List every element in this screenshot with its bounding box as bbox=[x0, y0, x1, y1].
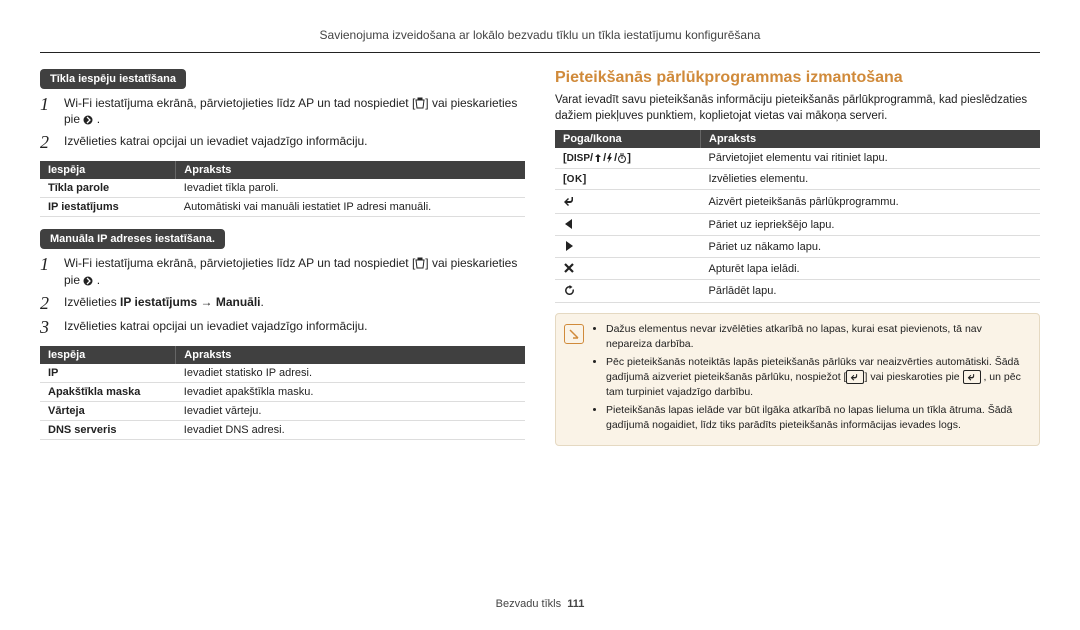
chevron-right-icon bbox=[83, 276, 93, 286]
page-title: Savienojuma izveidošana ar lokālo bezvad… bbox=[40, 28, 1040, 53]
note-icon bbox=[564, 324, 584, 344]
flash-icon bbox=[606, 153, 614, 163]
lead-text: Varat ievadīt savu pieteikšanās informāc… bbox=[555, 93, 1040, 124]
close-icon bbox=[563, 262, 575, 274]
triangle-left-icon bbox=[563, 218, 575, 230]
table-row: Tīkla paroleIevadiet tīkla paroli. bbox=[40, 179, 525, 198]
back-icon bbox=[967, 372, 977, 382]
step-number: 1 bbox=[40, 95, 54, 127]
step-number: 3 bbox=[40, 318, 54, 336]
table-row: VārtejaIevadiet vārteju. bbox=[40, 401, 525, 420]
table-row: Pāriet uz iepriekšējo lapu. bbox=[555, 214, 1040, 236]
table-row: IPIevadiet statisko IP adresi. bbox=[40, 364, 525, 383]
table-row: Pāriet uz nākamo lapu. bbox=[555, 236, 1040, 258]
triangle-right-icon bbox=[563, 240, 575, 252]
step-text: Izvēlieties katrai opcijai un ievadiet v… bbox=[64, 318, 525, 336]
step-text: Wi-Fi iestatījuma ekrānā, pārvietojietie… bbox=[64, 255, 525, 287]
note-box: Dažus elementus nevar izvēlēties atkarīb… bbox=[555, 313, 1040, 446]
table-row: DNS serverisIevadiet DNS adresi. bbox=[40, 420, 525, 439]
back-icon bbox=[850, 372, 860, 382]
step-number: 1 bbox=[40, 255, 54, 287]
options-table-2: Iespēja Apraksts IPIevadiet statisko IP … bbox=[40, 346, 525, 440]
note-item: Pēc pieteikšanās noteiktās lapās pieteik… bbox=[606, 355, 1029, 399]
step-text: Izvēlieties katrai opcijai un ievadiet v… bbox=[64, 133, 525, 151]
section-pill-network-options: Tīkla iespēju iestatīšana bbox=[40, 69, 186, 89]
disp-button-icon: DISP bbox=[567, 153, 590, 164]
step-text: Wi-Fi iestatījuma ekrānā, pārvietojietie… bbox=[64, 95, 525, 127]
table-row: Apturēt lapa ielādi. bbox=[555, 258, 1040, 280]
ok-button-icon: OK bbox=[567, 174, 583, 185]
timer-icon bbox=[617, 153, 627, 163]
section-heading: Pieteikšanās pārlūkprogrammas izmantošan… bbox=[555, 69, 1040, 87]
col-desc: Apraksts bbox=[701, 130, 1041, 148]
step-number: 2 bbox=[40, 133, 54, 151]
section-pill-manual-ip: Manuāla IP adreses iestatīšana. bbox=[40, 229, 225, 249]
col-option: Iespēja bbox=[40, 346, 176, 364]
col-desc: Apraksts bbox=[176, 346, 525, 364]
table-row: IP iestatījumsAutomātiski vai manuāli ie… bbox=[40, 198, 525, 217]
table-row: [DISP///] Pārvietojiet elementu vai riti… bbox=[555, 148, 1040, 169]
options-table-1: Iespēja Apraksts Tīkla paroleIevadiet tī… bbox=[40, 161, 525, 217]
chevron-right-icon bbox=[83, 115, 93, 125]
footer: Bezvadu tīkls 111 bbox=[40, 592, 1040, 610]
back-icon bbox=[563, 194, 577, 208]
col-desc: Apraksts bbox=[176, 161, 525, 179]
col-option: Iespēja bbox=[40, 161, 176, 179]
step-text: Izvēlieties IP iestatījums → Manuāli. bbox=[64, 294, 525, 312]
table-row: Aizvērt pieteikšanās pārlūkprogrammu. bbox=[555, 190, 1040, 214]
note-item: Pieteikšanās lapas ielāde var būt ilgāka… bbox=[606, 403, 1029, 432]
macro-icon bbox=[593, 153, 603, 163]
note-item: Dažus elementus nevar izvēlēties atkarīb… bbox=[606, 322, 1029, 351]
trash-icon bbox=[415, 257, 425, 269]
col-button: Poga/Ikona bbox=[555, 130, 701, 148]
table-row: Apakštīkla maskaIevadiet apakštīkla mask… bbox=[40, 382, 525, 401]
reload-icon bbox=[563, 284, 576, 297]
table-row: [OK] Izvēlieties elementu. bbox=[555, 169, 1040, 190]
trash-icon bbox=[415, 97, 425, 109]
step-number: 2 bbox=[40, 294, 54, 312]
buttons-table: Poga/Ikona Apraksts [DISP///] Pārvietoji… bbox=[555, 130, 1040, 303]
table-row: Pārlādēt lapu. bbox=[555, 280, 1040, 303]
